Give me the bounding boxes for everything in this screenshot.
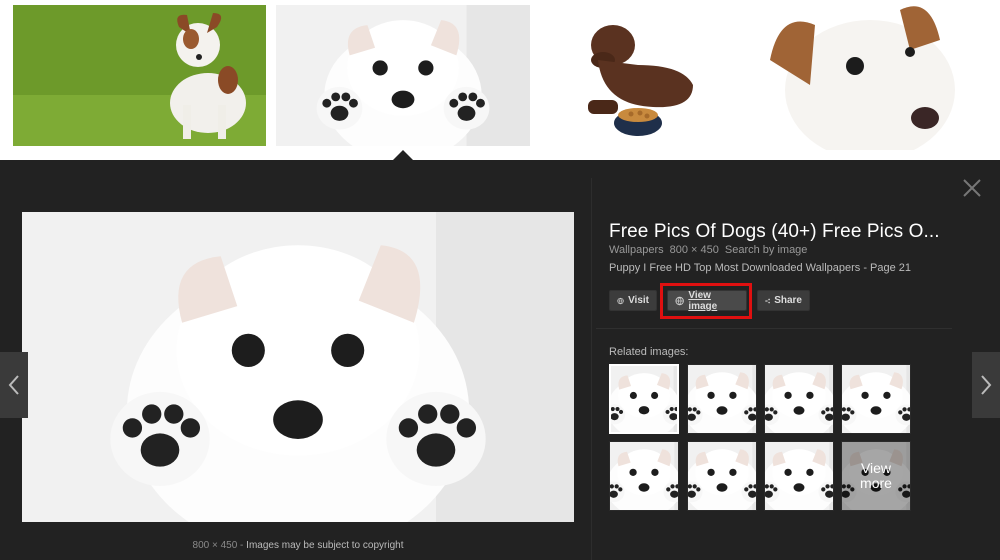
view-more-button[interactable]: View more bbox=[841, 441, 911, 511]
visit-label: Visit bbox=[628, 295, 649, 306]
image-source: Wallpapers bbox=[609, 244, 664, 256]
result-thumbnail-terrier-closeup[interactable] bbox=[760, 0, 1000, 150]
result-thumbnail-labrador-with-bowl[interactable] bbox=[543, 5, 748, 146]
close-button[interactable] bbox=[960, 176, 984, 200]
related-image-1[interactable] bbox=[609, 364, 679, 434]
related-image-4[interactable] bbox=[841, 364, 911, 434]
image-title[interactable]: Free Pics Of Dogs (40+) Free Pics O... bbox=[609, 221, 949, 243]
panel-divider bbox=[591, 178, 592, 560]
related-image-6[interactable] bbox=[687, 441, 757, 511]
view-image-button[interactable]: View image bbox=[667, 289, 747, 312]
share-label: Share bbox=[774, 295, 802, 306]
selected-thumbnail-pointer bbox=[392, 150, 414, 161]
previous-image-button[interactable] bbox=[0, 352, 28, 418]
related-image-5[interactable] bbox=[609, 441, 679, 511]
caption-copyright: Images may be subject to copyright bbox=[246, 540, 404, 551]
caption-separator: - bbox=[237, 540, 247, 551]
view-more-line-2: more bbox=[860, 475, 892, 491]
result-thumbnail-terrier-on-grass[interactable] bbox=[13, 5, 266, 146]
image-results-page: 800 × 450 - Images may be subject to cop… bbox=[0, 0, 1000, 560]
related-image-7[interactable] bbox=[764, 441, 834, 511]
image-description: Puppy I Free HD Top Most Downloaded Wall… bbox=[609, 262, 912, 274]
view-more-line-1: View bbox=[860, 460, 892, 476]
chevron-left-icon bbox=[8, 375, 19, 395]
result-thumbnail-white-puppy[interactable] bbox=[276, 5, 530, 146]
image-meta: Wallpapers 800 × 450 Search by image bbox=[609, 244, 813, 256]
related-images-label: Related images: bbox=[609, 346, 689, 358]
related-image-2[interactable] bbox=[687, 364, 757, 434]
related-image-3[interactable] bbox=[764, 364, 834, 434]
view-more-overlay: View more bbox=[842, 442, 910, 510]
globe-icon bbox=[675, 296, 684, 305]
close-icon bbox=[963, 179, 981, 197]
globe-icon bbox=[617, 297, 624, 304]
preview-image[interactable] bbox=[22, 212, 574, 522]
visit-button[interactable]: Visit bbox=[609, 290, 657, 311]
caption-size: 800 × 450 bbox=[192, 540, 238, 551]
view-image-label: View image bbox=[688, 289, 718, 312]
search-by-image-link[interactable]: Search by image bbox=[725, 244, 808, 256]
share-icon bbox=[765, 298, 770, 303]
image-caption: 800 × 450 - Images may be subject to cop… bbox=[0, 540, 596, 551]
section-divider bbox=[596, 328, 952, 329]
next-image-button[interactable] bbox=[972, 352, 1000, 418]
share-button[interactable]: Share bbox=[757, 290, 810, 311]
chevron-right-icon bbox=[981, 375, 992, 395]
image-dimensions: 800 × 450 bbox=[669, 244, 719, 256]
thumbnail-strip bbox=[0, 0, 1000, 160]
